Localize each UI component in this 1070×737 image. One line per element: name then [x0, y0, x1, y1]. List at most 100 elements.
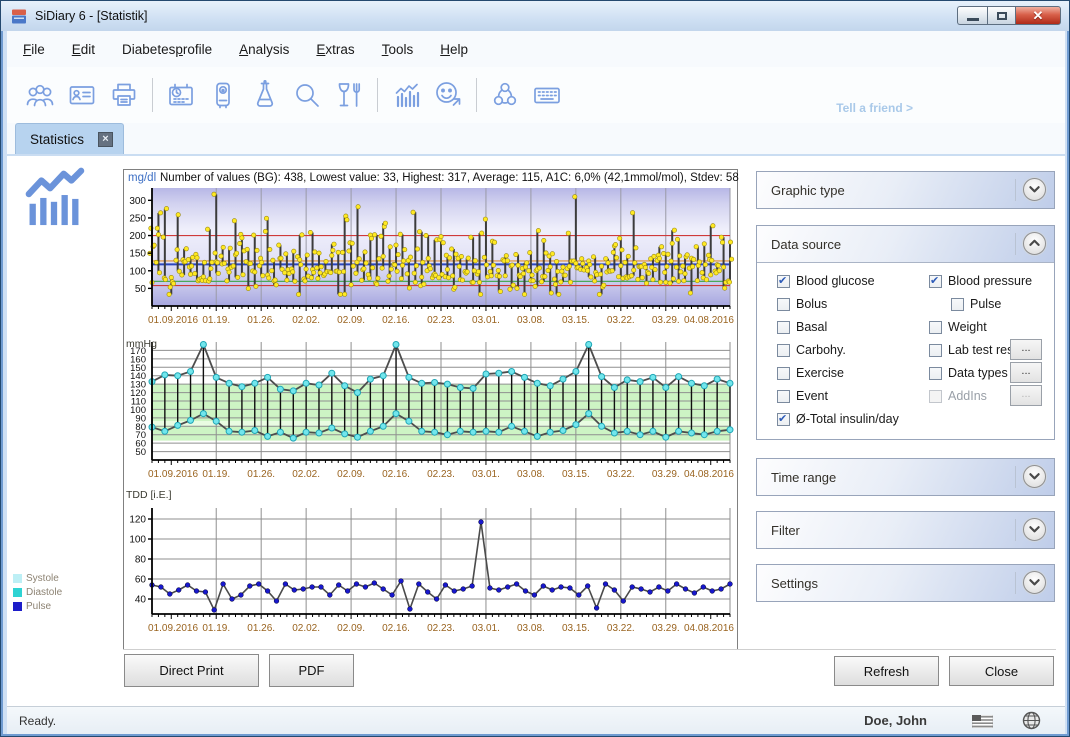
section-header-data-source[interactable]: Data source — [757, 226, 1054, 262]
svg-text:mmHg: mmHg — [126, 338, 157, 350]
svg-text:02.09.: 02.09. — [337, 315, 365, 326]
checkbox-row-basal[interactable]: Basal — [777, 317, 827, 337]
meter-device-icon[interactable] — [202, 75, 244, 115]
tab-close-icon[interactable]: × — [98, 132, 113, 147]
section-data-source: Data source Blood glucose Bolus Basal Carboh… — [756, 225, 1055, 440]
maximize-button[interactable] — [987, 6, 1015, 25]
patient-name: Doe, John — [864, 713, 927, 728]
section-time-range: Time range — [756, 458, 1055, 496]
app-icon — [11, 8, 28, 25]
section-header-graphic-type[interactable]: Graphic type — [757, 172, 1054, 208]
checkbox[interactable] — [777, 298, 790, 311]
tell-a-friend-link[interactable]: Tell a friend > — [836, 101, 913, 115]
section-header-time-range[interactable]: Time range — [757, 459, 1054, 495]
checkbox-row-data-types[interactable]: Data types — [929, 363, 1008, 383]
menu-help[interactable]: Help — [440, 42, 468, 57]
menu-extras[interactable]: Extras — [316, 42, 354, 57]
section-header-settings[interactable]: Settings — [757, 565, 1054, 601]
section-header-filter[interactable]: Filter — [757, 512, 1054, 548]
checkbox-label: Basal — [796, 320, 827, 334]
more-options-button[interactable]: ... — [1010, 339, 1042, 360]
checkbox[interactable] — [777, 321, 790, 334]
checkbox-row-exercise[interactable]: Exercise — [777, 363, 844, 383]
checkbox-row-event[interactable]: Event — [777, 386, 828, 406]
svg-text:01.19.: 01.19. — [202, 623, 230, 634]
sync-share-icon[interactable] — [484, 75, 526, 115]
section-divider — [1015, 572, 1016, 594]
keyboard-icon[interactable] — [526, 75, 568, 115]
tab-statistics[interactable]: Statistics × — [15, 123, 124, 154]
svg-text:60: 60 — [135, 575, 147, 586]
menu-analysis[interactable]: Analysis — [239, 42, 289, 57]
checkbox[interactable] — [929, 367, 942, 380]
checkbox[interactable] — [951, 298, 964, 311]
chevron-down-icon[interactable] — [1023, 571, 1046, 594]
calendar-clock-icon[interactable] — [160, 75, 202, 115]
language-flag-icon[interactable] — [972, 715, 993, 728]
more-options-button[interactable]: ... — [1010, 362, 1042, 383]
svg-text:02.02.: 02.02. — [292, 315, 320, 326]
svg-text:01.09.2016: 01.09.2016 — [148, 623, 198, 634]
checkbox-row-blood-pressure[interactable]: Blood pressure — [929, 271, 1032, 291]
svg-text:01.19.: 01.19. — [202, 315, 230, 326]
checkbox[interactable] — [929, 321, 942, 334]
globe-icon[interactable] — [1022, 711, 1041, 730]
search-icon[interactable] — [286, 75, 328, 115]
section-graphic-type: Graphic type — [756, 171, 1055, 209]
svg-text:03.08.: 03.08. — [517, 469, 545, 480]
menu-diabetesprofile[interactable]: Diabetesprofile — [122, 42, 212, 57]
section-settings: Settings — [756, 564, 1055, 602]
checkbox-row-bolus[interactable]: Bolus — [777, 294, 827, 314]
close-window-button[interactable]: ✕ — [1015, 6, 1061, 25]
nutrition-icon[interactable] — [328, 75, 370, 115]
menu-tools[interactable]: Tools — [382, 42, 414, 57]
pdf-button[interactable]: PDF — [269, 654, 354, 687]
menu-edit[interactable]: Edit — [72, 42, 95, 57]
main-content: SystoleDiastolePulse mg/dl Number of val… — [7, 156, 1065, 706]
checkbox-row-lab-test-resu[interactable]: Lab test resu — [929, 340, 1020, 360]
checkbox-row-addins[interactable]: AddIns — [929, 386, 987, 406]
svg-text:01.19.: 01.19. — [202, 469, 230, 480]
svg-text:03.15.: 03.15. — [562, 315, 590, 326]
section-title: Filter — [757, 523, 800, 538]
section-title: Graphic type — [757, 183, 845, 198]
checkbox-label: Exercise — [796, 366, 844, 380]
checkbox-row-pulse[interactable]: Pulse — [951, 294, 1001, 314]
users-icon[interactable] — [19, 75, 61, 115]
checkbox[interactable] — [777, 413, 790, 426]
chevron-down-icon[interactable] — [1023, 518, 1046, 541]
minimize-button[interactable] — [957, 6, 987, 25]
direct-print-button[interactable]: Direct Print — [124, 654, 259, 687]
printer-icon[interactable] — [103, 75, 145, 115]
chevron-up-icon[interactable] — [1023, 232, 1046, 255]
menu-file[interactable]: File — [23, 42, 45, 57]
contact-card-icon[interactable] — [61, 75, 103, 115]
bp-chart: 5060708090100110120130140150160170mmHg01… — [124, 336, 739, 489]
bg-unit-label: mg/dl — [128, 172, 156, 184]
tdd-chart: 406080100120TDD [i.E.]01.09.201601.19.01… — [124, 484, 739, 653]
checkbox[interactable] — [929, 275, 942, 288]
lab-flask-icon[interactable] — [244, 75, 286, 115]
checkbox-row-blood-glucose[interactable]: Blood glucose — [777, 271, 875, 291]
checkbox[interactable] — [929, 390, 942, 403]
checkbox[interactable] — [929, 344, 942, 357]
chevron-down-icon[interactable] — [1023, 465, 1046, 488]
svg-text:250: 250 — [129, 213, 146, 224]
data-source-body: Blood glucose Bolus Basal Carbohy. Exercise E… — [757, 262, 1054, 439]
checkbox-row-weight[interactable]: Weight — [929, 317, 987, 337]
refresh-button[interactable]: Refresh — [834, 656, 939, 686]
svg-text:01.09.2016: 01.09.2016 — [148, 315, 198, 326]
checkbox[interactable] — [777, 275, 790, 288]
statistics-icon[interactable] — [385, 75, 427, 115]
smiley-export-icon[interactable] — [427, 75, 469, 115]
checkbox[interactable] — [777, 367, 790, 380]
checkbox-row-carbohy-[interactable]: Carbohy. — [777, 340, 846, 360]
close-button[interactable]: Close — [949, 656, 1054, 686]
chevron-down-icon[interactable] — [1023, 178, 1046, 201]
checkbox-row--total-insulin-day[interactable]: Ø-Total insulin/day — [777, 409, 899, 429]
more-options-button[interactable]: ... — [1010, 385, 1042, 406]
svg-text:02.23.: 02.23. — [427, 623, 455, 634]
checkbox[interactable] — [777, 390, 790, 403]
checkbox-label: Bolus — [796, 297, 827, 311]
checkbox[interactable] — [777, 344, 790, 357]
